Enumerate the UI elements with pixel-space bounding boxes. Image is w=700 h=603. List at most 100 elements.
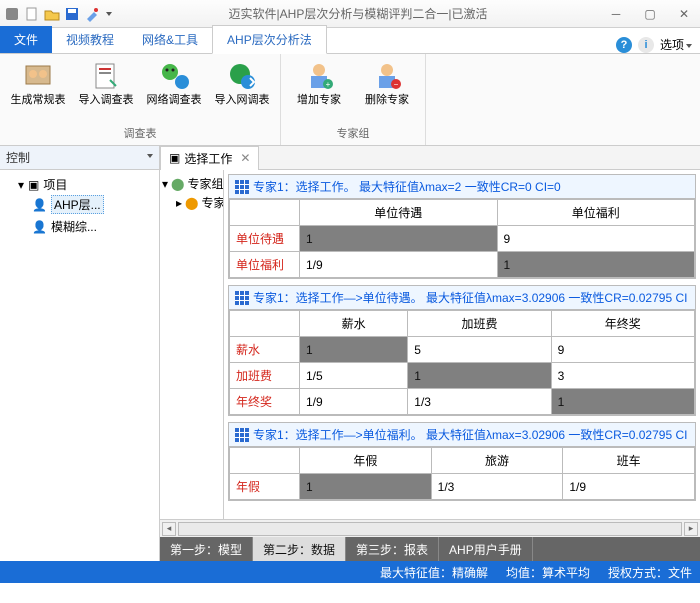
col-header: 薪水 <box>300 311 408 337</box>
table-row: 单位福利1/91 <box>230 252 695 278</box>
import-net-icon <box>226 60 258 92</box>
ribbon-tab-ahp[interactable]: AHP层次分析法 <box>212 25 327 54</box>
person-icon: 👤 <box>32 198 47 212</box>
matrix-cell[interactable]: 1/9 <box>300 389 408 415</box>
matrix-table[interactable]: 单位待遇单位福利单位待遇19单位福利1/91 <box>229 199 695 278</box>
tools-icon[interactable] <box>84 6 100 22</box>
matrix-cell[interactable]: 5 <box>408 337 551 363</box>
table-row: 年终奖1/91/31 <box>230 389 695 415</box>
doc-tree-child[interactable]: ▸⬤专家 <box>162 193 221 212</box>
cube-icon: ▣ <box>28 178 39 192</box>
bottom-tab[interactable]: 第一步：模型 <box>160 537 253 561</box>
tree-root-project[interactable]: ▾▣项目 <box>18 176 155 193</box>
matrix-cell[interactable]: 1 <box>408 363 551 389</box>
row-header: 单位福利 <box>230 252 300 278</box>
minimize-button[interactable]: ─ <box>604 5 628 23</box>
ribbon-tab-video[interactable]: 视频教程 <box>52 26 128 53</box>
hscroll[interactable]: ◂ ▸ <box>160 519 700 537</box>
close-icon[interactable]: ✕ <box>240 151 250 165</box>
matrix-cell[interactable]: 1 <box>497 252 695 278</box>
ribbon-group-experts: + 增加专家 − 删除专家 专家组 <box>281 54 426 145</box>
row-header: 年假 <box>230 474 300 500</box>
table-row: 年假11/31/9 <box>230 474 695 500</box>
matrix-table[interactable]: 薪水加班费年终奖薪水159加班费1/513年终奖1/91/31 <box>229 310 695 415</box>
row-header: 薪水 <box>230 337 300 363</box>
block-header: 专家1：选择工作—>单位福利。 最大特征值λmax=3.02906 一致性CR=… <box>229 423 695 447</box>
ribbon-group-survey: 生成常规表 导入调查表 网络调查表 导入网调表 调查表 <box>0 54 281 145</box>
tree-item-ahp[interactable]: 👤AHP层... <box>32 195 155 214</box>
matrix-cell[interactable]: 1/5 <box>300 363 408 389</box>
matrix-block: 专家1：选择工作—>单位待遇。 最大特征值λmax=3.02906 一致性CR=… <box>228 285 696 416</box>
group-title-experts: 专家组 <box>289 123 417 141</box>
open-icon[interactable] <box>44 6 60 22</box>
expand-icon[interactable]: ▾ <box>18 178 24 192</box>
btn-net-survey[interactable]: 网络调查表 <box>144 58 204 123</box>
col-header: 单位待遇 <box>300 200 498 226</box>
doc-content[interactable]: 专家1：选择工作。 最大特征值λmax=2 一致性CR=0 CI=0单位待遇单位… <box>224 170 700 519</box>
row-header: 年终奖 <box>230 389 300 415</box>
block-header: 专家1：选择工作。 最大特征值λmax=2 一致性CR=0 CI=0 <box>229 175 695 199</box>
col-header: 加班费 <box>408 311 551 337</box>
right-pane: ▣ 选择工作 ✕ ▾⬤专家组 ▸⬤专家 专家1：选择工作。 最大特征值λmax=… <box>160 146 700 561</box>
tree-item-fuzzy[interactable]: 👤模糊综... <box>32 218 155 235</box>
doc-tree-root[interactable]: ▾⬤专家组 <box>162 174 221 193</box>
btn-gen-table[interactable]: 生成常规表 <box>8 58 68 123</box>
status-eig: 最大特征值：精确解 <box>380 564 488 581</box>
import-survey-icon <box>90 60 122 92</box>
save-icon[interactable] <box>64 6 80 22</box>
bottom-tab[interactable]: 第三步：报表 <box>346 537 439 561</box>
btn-label: 删除专家 <box>365 94 409 107</box>
matrix-cell[interactable]: 1 <box>300 226 498 252</box>
ribbon-tab-net[interactable]: 网络&工具 <box>128 26 212 53</box>
help-icon[interactable]: ? <box>616 37 632 53</box>
matrix-cell[interactable]: 1/9 <box>563 474 695 500</box>
bottom-tab[interactable]: AHP用户手册 <box>439 537 533 561</box>
table-row: 单位待遇19 <box>230 226 695 252</box>
qat-dropdown[interactable] <box>104 7 112 21</box>
scroll-track[interactable] <box>178 522 682 536</box>
app-icon <box>4 6 20 22</box>
grid-icon <box>235 180 249 194</box>
btn-label: 导入调查表 <box>79 94 134 107</box>
doc-tree[interactable]: ▾⬤专家组 ▸⬤专家 <box>160 170 224 519</box>
new-icon[interactable] <box>24 6 40 22</box>
matrix-table[interactable]: 年假旅游班车年假11/31/9 <box>229 447 695 500</box>
left-pane: 控制 ▾▣项目 👤AHP层... 👤模糊综... <box>0 146 160 561</box>
status-avg: 均值：算术平均 <box>506 564 590 581</box>
main-area: 控制 ▾▣项目 👤AHP层... 👤模糊综... ▣ 选择工作 ✕ <box>0 146 700 561</box>
cube-icon: ▣ <box>169 151 180 165</box>
col-header: 年假 <box>300 448 432 474</box>
bottom-tab[interactable]: 第二步：数据 <box>253 537 346 561</box>
info-icon[interactable]: i <box>638 37 654 53</box>
matrix-cell[interactable]: 9 <box>551 337 694 363</box>
control-tree[interactable]: ▾▣项目 👤AHP层... 👤模糊综... <box>0 170 159 561</box>
title-bar: 迈实软件|AHP层次分析与模糊评判二合一|已激活 ─ ▢ ✕ <box>0 0 700 28</box>
grid-icon <box>235 291 249 305</box>
maximize-button[interactable]: ▢ <box>638 5 662 23</box>
scroll-right-icon[interactable]: ▸ <box>684 522 698 536</box>
btn-del-expert[interactable]: − 删除专家 <box>357 58 417 123</box>
btn-label: 网络调查表 <box>147 94 202 107</box>
close-button[interactable]: ✕ <box>672 5 696 23</box>
matrix-cell[interactable]: 1 <box>300 337 408 363</box>
matrix-cell[interactable]: 1/9 <box>300 252 498 278</box>
matrix-cell[interactable]: 3 <box>551 363 694 389</box>
matrix-cell[interactable]: 9 <box>497 226 695 252</box>
col-header: 年终奖 <box>551 311 694 337</box>
scroll-left-icon[interactable]: ◂ <box>162 522 176 536</box>
matrix-cell[interactable]: 1/3 <box>408 389 551 415</box>
ribbon-tab-file[interactable]: 文件 <box>0 26 52 53</box>
matrix-cell[interactable]: 1/3 <box>431 474 563 500</box>
btn-import-net[interactable]: 导入网调表 <box>212 58 272 123</box>
person-icon: 👤 <box>32 220 47 234</box>
doc-tab-bar: ▣ 选择工作 ✕ <box>160 146 700 170</box>
matrix-cell[interactable]: 1 <box>551 389 694 415</box>
group-title-survey: 调查表 <box>8 123 272 141</box>
row-header: 单位待遇 <box>230 226 300 252</box>
doc-tab[interactable]: ▣ 选择工作 ✕ <box>160 146 259 170</box>
col-header: 单位福利 <box>497 200 695 226</box>
options-button[interactable]: 选项 <box>660 36 692 53</box>
btn-import-survey[interactable]: 导入调查表 <box>76 58 136 123</box>
btn-add-expert[interactable]: + 增加专家 <box>289 58 349 123</box>
matrix-cell[interactable]: 1 <box>300 474 432 500</box>
